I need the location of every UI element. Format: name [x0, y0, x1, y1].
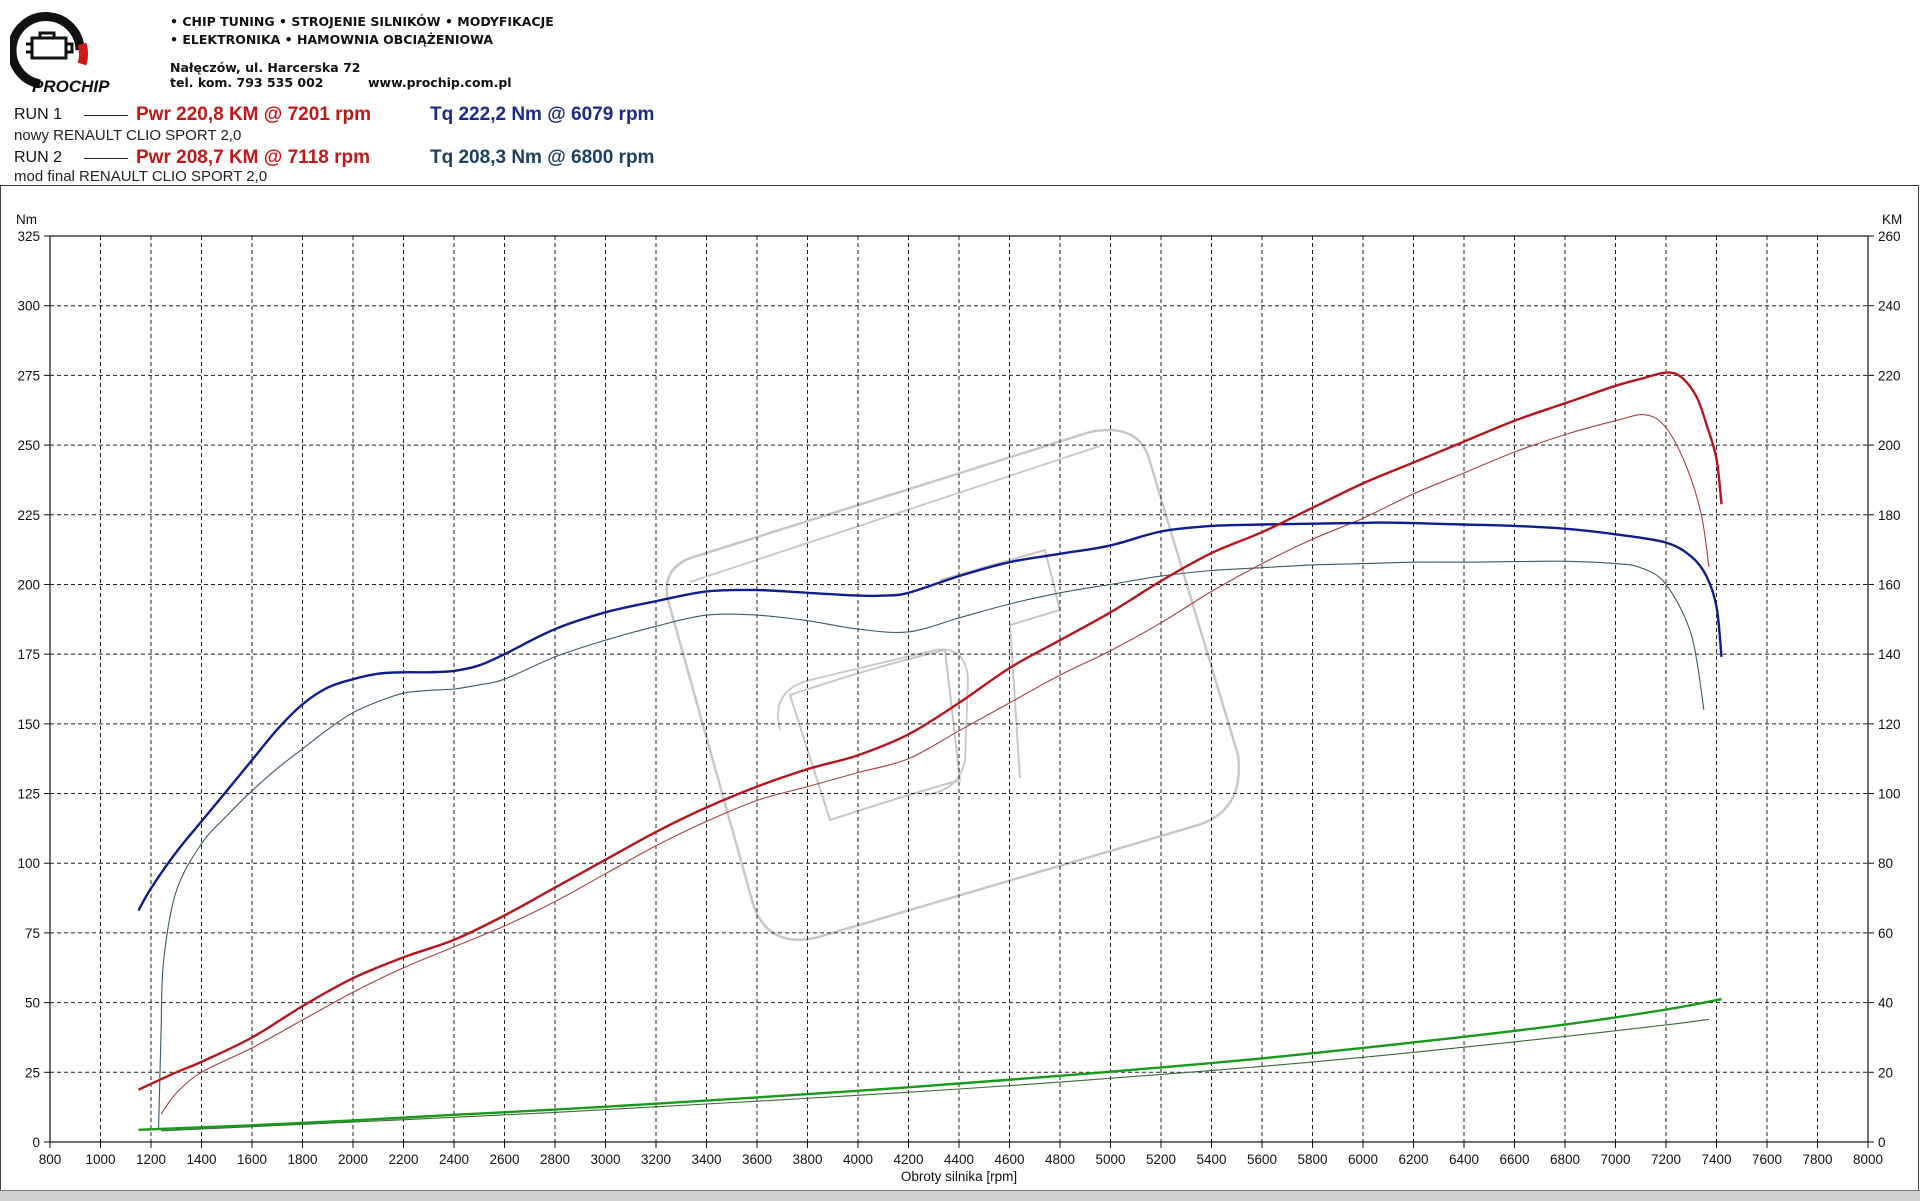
y-left-tick-label: 275: [17, 368, 40, 383]
dyno-chart: 800 1000 1200 1400 1600 1800 2000 2200 2400 2600 2…: [16, 212, 1902, 1184]
x-tick-label: 6000: [1348, 1152, 1378, 1167]
y-right-tick-label: 160: [1878, 577, 1901, 592]
x-tick-label: 1000: [85, 1152, 115, 1167]
x-tick-label: 2800: [540, 1152, 570, 1167]
y-axis-right-label: KM: [1882, 212, 1902, 227]
y-left-tick-label: 50: [25, 996, 40, 1011]
y-left-tick-label: 200: [17, 577, 40, 592]
y-right-tick-label: 20: [1878, 1065, 1893, 1080]
x-tick-label: 2600: [489, 1152, 519, 1167]
x-tick-label: 3600: [742, 1152, 772, 1167]
y-axis-left-label: Nm: [16, 212, 37, 227]
x-tick-label: 800: [39, 1152, 62, 1167]
series-line-loss-run1: [138, 997, 1722, 1131]
y-right-tick-label: 240: [1878, 299, 1901, 314]
x-tick-label: 1800: [287, 1152, 317, 1167]
x-tick-label: 6800: [1550, 1152, 1580, 1167]
y-right-tick-label: 180: [1878, 508, 1901, 523]
series-line-torque-run1: [137, 521, 1723, 912]
y-left-tick-label: 25: [25, 1065, 40, 1080]
x-tick-label: 3000: [590, 1152, 620, 1167]
x-tick-label: 5800: [1297, 1152, 1327, 1167]
y-left-tick-label: 250: [17, 438, 40, 453]
x-tick-label: 2000: [338, 1152, 368, 1167]
y-right-tick-label: 200: [1878, 438, 1901, 453]
y-right-tick-label: 120: [1878, 717, 1901, 732]
y-right-tick-label: 0: [1878, 1135, 1886, 1150]
series-line-power-run1: [137, 371, 1723, 1091]
x-tick-label: 4000: [843, 1152, 873, 1167]
y-right-tick-label: 260: [1878, 229, 1901, 244]
y-left-tick-label: 75: [25, 926, 40, 941]
x-tick-label: 4800: [1045, 1152, 1075, 1167]
x-tick-label: 7200: [1651, 1152, 1681, 1167]
x-tick-label: 2400: [439, 1152, 469, 1167]
x-axis-label: Obroty silnika [rpm]: [901, 1169, 1017, 1184]
x-tick-label: 5000: [1095, 1152, 1125, 1167]
x-tick-label: 7400: [1701, 1152, 1731, 1167]
series-line-power-run2: [160, 414, 1710, 1115]
y-right-tick-label: 140: [1878, 647, 1901, 662]
x-tick-label: 6600: [1499, 1152, 1529, 1167]
x-tick-label: 4400: [944, 1152, 974, 1167]
y-left-tick-label: 100: [17, 856, 40, 871]
x-tick-label: 6400: [1449, 1152, 1479, 1167]
y-right-tick-label: 220: [1878, 368, 1901, 383]
x-tick-label: 4200: [893, 1152, 923, 1167]
y-left-tick-label: 175: [17, 647, 40, 662]
y-right-tick-label: 100: [1878, 787, 1901, 802]
y-right-tick-label: 40: [1878, 996, 1893, 1011]
series-line-torque-run2: [158, 560, 1705, 1129]
y-left-tick-label: 325: [17, 229, 40, 244]
y-left-tick-label: 0: [32, 1135, 40, 1150]
bottom-scroll-bar: [0, 1190, 1920, 1201]
x-tick-label: 5600: [1247, 1152, 1277, 1167]
x-tick-label: 7000: [1600, 1152, 1630, 1167]
y-right-tick-label: 80: [1878, 856, 1893, 871]
y-left-tick-label: 125: [17, 787, 40, 802]
y-left-tick-label: 225: [17, 508, 40, 523]
x-tick-label: 1600: [237, 1152, 267, 1167]
x-tick-label: 5400: [1196, 1152, 1226, 1167]
y-right-tick-label: 60: [1878, 926, 1893, 941]
x-tick-label: 1200: [136, 1152, 166, 1167]
x-tick-label: 3800: [792, 1152, 822, 1167]
x-tick-label: 8000: [1853, 1152, 1883, 1167]
x-tick-label: 6200: [1398, 1152, 1428, 1167]
x-tick-label: 2200: [388, 1152, 418, 1167]
x-tick-label: 3200: [641, 1152, 671, 1167]
y-left-tick-label: 300: [17, 299, 40, 314]
x-tick-label: 3400: [691, 1152, 721, 1167]
chart-series: [137, 371, 1723, 1132]
x-tick-label: 5200: [1146, 1152, 1176, 1167]
x-tick-label: 7800: [1802, 1152, 1832, 1167]
x-tick-label: 7600: [1752, 1152, 1782, 1167]
x-tick-label: 1400: [186, 1152, 216, 1167]
y-left-tick-label: 150: [17, 717, 40, 732]
x-tick-label: 4600: [994, 1152, 1024, 1167]
